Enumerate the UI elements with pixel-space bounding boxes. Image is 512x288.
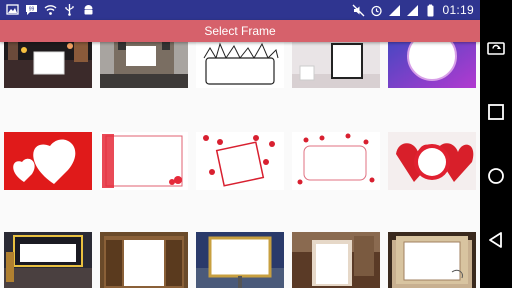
status-bar: 99 01:19 (0, 0, 480, 20)
frame-grid[interactable] (0, 42, 480, 288)
frame-marquee-sign[interactable] (4, 232, 92, 288)
frame-wood-photo[interactable] (292, 232, 380, 288)
back-icon[interactable] (484, 228, 508, 252)
frame-heart-border[interactable] (100, 132, 188, 190)
recents-icon[interactable] (484, 100, 508, 124)
rotate-screen-icon[interactable] (484, 36, 508, 60)
usb-icon (63, 3, 76, 16)
wifi-icon (44, 3, 57, 16)
android-icon (82, 3, 95, 16)
image-icon (6, 3, 19, 16)
frame-red-hearts[interactable] (4, 132, 92, 190)
frame-building-street[interactable] (100, 42, 188, 88)
mute-icon (352, 4, 365, 17)
frame-city-night[interactable] (4, 42, 92, 88)
frame-doodle-city[interactable] (196, 42, 284, 88)
app-screen: 99 01:19 Select Frame (0, 0, 480, 288)
alarm-icon (370, 4, 383, 17)
home-icon[interactable] (484, 164, 508, 188)
svg-text:99: 99 (29, 7, 35, 13)
signal-icon (406, 4, 419, 17)
navigation-bar (480, 0, 512, 288)
frame-heart-confetti[interactable] (292, 132, 380, 190)
frame-purple-circle[interactable] (388, 42, 476, 88)
frame-tilted-hearts[interactable] (196, 132, 284, 190)
chat-icon: 99 (25, 3, 38, 16)
status-clock: 01:19 (442, 3, 474, 17)
signal-icon (388, 4, 401, 17)
frame-wooden-window[interactable] (100, 232, 188, 288)
frame-heart-circle[interactable] (388, 132, 476, 190)
frame-vintage-paper[interactable] (388, 232, 476, 288)
battery-icon (424, 4, 437, 17)
frame-wall-photo[interactable] (292, 42, 380, 88)
app-bar-title: Select Frame (0, 20, 480, 42)
frame-gold-billboard[interactable] (196, 232, 284, 288)
